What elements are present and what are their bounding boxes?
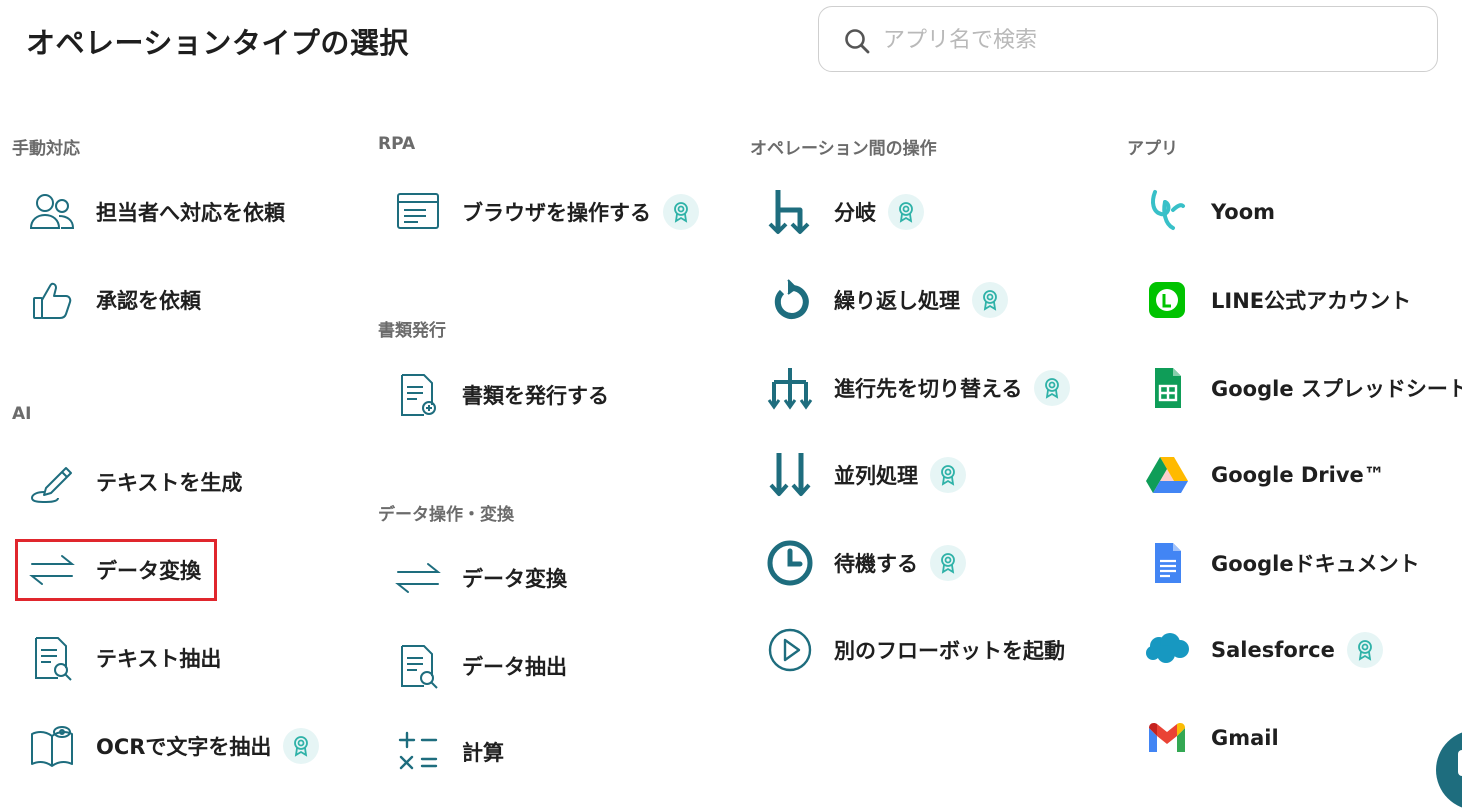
people-icon (26, 186, 78, 238)
section-data: データ操作・変換 (378, 505, 514, 525)
search-icon (845, 29, 870, 54)
clock-icon (764, 537, 816, 589)
premium-badge-icon (663, 194, 699, 230)
page-title: オペレーションタイプの選択 (26, 26, 409, 60)
document-add-icon (392, 369, 444, 421)
op-switch-path[interactable]: 進行先を切り替える (764, 356, 1071, 420)
op-loop[interactable]: 繰り返し処理 (764, 268, 1008, 332)
document-search-icon (26, 632, 78, 684)
branch-icon (764, 186, 816, 238)
op-label: LINE公式アカウント (1211, 289, 1412, 313)
op-data-extract[interactable]: データ抽出 (392, 634, 567, 698)
op-label: Google スプレッドシート (1211, 377, 1462, 401)
op-label: テキスト抽出 (96, 647, 222, 671)
op-label: OCRで文字を抽出 (96, 735, 272, 759)
op-label: ブラウザを操作する (462, 201, 651, 225)
section-ai: AI (12, 404, 32, 424)
op-label: データ抽出 (462, 655, 567, 679)
section-rpa: RPA (378, 134, 416, 154)
section-manual: 手動対応 (12, 139, 80, 159)
app-salesforce[interactable]: Salesforce (1141, 618, 1383, 682)
transform-arrows-icon (392, 552, 444, 604)
op-label: Gmail (1211, 726, 1279, 750)
op-label: 待機する (834, 552, 918, 576)
op-label: データ変換 (462, 567, 567, 591)
pencil-icon (26, 456, 78, 508)
op-data-transform[interactable]: データ変換 (392, 546, 567, 610)
op-ocr[interactable]: OCRで文字を抽出 (26, 714, 320, 778)
op-browser[interactable]: ブラウザを操作する (392, 180, 699, 244)
op-parallel[interactable]: 並列処理 (764, 443, 966, 507)
switch-path-icon (764, 362, 816, 414)
gmail-icon (1141, 712, 1193, 764)
op-label: 計算 (462, 741, 504, 765)
app-gmail[interactable]: Gmail (1141, 706, 1279, 770)
app-google-drive[interactable]: Google Drive™ (1141, 443, 1385, 507)
op-label: 担当者へ対応を依頼 (96, 201, 285, 225)
op-label: 別のフローボットを起動 (834, 639, 1065, 663)
yoom-logo-icon (1141, 186, 1193, 238)
premium-badge-icon (930, 457, 966, 493)
salesforce-icon (1141, 624, 1193, 676)
op-calculate[interactable]: 計算 (392, 720, 504, 784)
google-drive-icon (1141, 449, 1193, 501)
section-flow: オペレーション間の操作 (750, 139, 937, 159)
browser-window-icon (392, 186, 444, 238)
book-eye-icon (26, 720, 78, 772)
op-wait[interactable]: 待機する (764, 531, 966, 595)
app-yoom[interactable]: Yoom (1141, 180, 1275, 244)
play-circle-icon (764, 624, 816, 676)
op-label: Salesforce (1211, 638, 1335, 662)
op-label: 分岐 (834, 201, 876, 225)
op-start-flowbot[interactable]: 別のフローボットを起動 (764, 618, 1065, 682)
op-extract-text[interactable]: テキスト抽出 (26, 626, 221, 690)
chat-launcher-button[interactable] (1436, 730, 1462, 810)
app-line[interactable]: LINE公式アカウント (1141, 268, 1411, 332)
op-label: 書類を発行する (462, 384, 609, 408)
premium-badge-icon (1346, 632, 1383, 668)
line-logo-icon (1141, 274, 1193, 326)
app-google-docs[interactable]: Googleドキュメント (1141, 531, 1420, 595)
op-request-assignee[interactable]: 担当者へ対応を依頼 (26, 180, 285, 244)
op-issue-document[interactable]: 書類を発行する (392, 363, 609, 427)
premium-badge-icon (283, 728, 320, 764)
op-label: 繰り返し処理 (834, 289, 960, 313)
op-label: 進行先を切り替える (834, 377, 1023, 401)
section-docs: 書類発行 (378, 321, 446, 341)
app-google-sheets[interactable]: Google スプレッドシート (1141, 356, 1462, 420)
op-label: 承認を依頼 (96, 289, 201, 313)
op-branch[interactable]: 分岐 (764, 180, 924, 244)
op-label: テキストを生成 (96, 471, 243, 495)
op-generate-text[interactable]: テキストを生成 (26, 450, 242, 514)
section-apps: アプリ (1127, 139, 1178, 159)
highlight-box (15, 539, 217, 601)
document-search-icon (392, 640, 444, 692)
op-label: Yoom (1211, 200, 1276, 224)
google-sheets-icon (1141, 362, 1193, 414)
parallel-arrows-icon (764, 449, 816, 501)
premium-badge-icon (1034, 370, 1071, 406)
calculator-symbols-icon (392, 726, 444, 778)
thumbs-up-icon (26, 274, 78, 326)
op-label: 並列処理 (834, 464, 918, 488)
search-box[interactable] (818, 6, 1438, 72)
loop-icon (764, 274, 816, 326)
op-label: Googleドキュメント (1211, 552, 1420, 576)
premium-badge-icon (972, 282, 1008, 318)
premium-badge-icon (888, 194, 924, 230)
premium-badge-icon (930, 545, 966, 581)
search-input[interactable] (881, 19, 1405, 61)
op-request-approval[interactable]: 承認を依頼 (26, 268, 201, 332)
google-docs-icon (1141, 537, 1193, 589)
op-label: Google Drive™ (1211, 463, 1385, 487)
